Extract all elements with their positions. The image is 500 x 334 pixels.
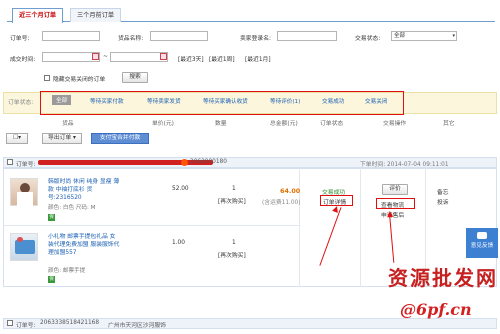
order-no-label: 订单号: bbox=[10, 36, 30, 42]
calendar-icon[interactable] bbox=[92, 53, 99, 60]
seller-label: 卖家登录名: bbox=[240, 36, 271, 42]
view-logistics-link[interactable]: 查看物流 bbox=[381, 200, 404, 209]
status-select-value: 全部 bbox=[394, 33, 406, 39]
shop-name: 广州市天河区沙河服饰 bbox=[108, 323, 166, 329]
filter-chip-await-confirm[interactable]: 等待买家确认收货 bbox=[203, 97, 248, 105]
order-no-label: 订单号: bbox=[16, 323, 36, 329]
order-no-value: 2063338518421168 bbox=[40, 320, 100, 326]
product-thumbnail[interactable] bbox=[10, 233, 38, 261]
order-no-input[interactable] bbox=[42, 31, 100, 41]
watermark-url: @6pf.cn bbox=[400, 300, 472, 319]
product-color: 颜色: 邮票手提 bbox=[48, 268, 86, 274]
tab-recent-orders[interactable]: 近三个月订单 bbox=[12, 8, 64, 23]
hide-closed-checkbox[interactable] bbox=[44, 75, 50, 81]
chevron-down-icon: ▾ bbox=[18, 135, 22, 141]
guarantee-icon: 保 bbox=[48, 214, 55, 221]
rebuy-link[interactable]: [再次购买] bbox=[218, 196, 246, 205]
memo-link[interactable]: 备忘 bbox=[437, 187, 449, 196]
calendar-icon[interactable] bbox=[160, 53, 167, 60]
product-color: 颜色: 白色 尺码: M bbox=[48, 205, 96, 211]
tab-older-orders[interactable]: 三个月前订单 bbox=[70, 8, 122, 22]
col-product: 货品 bbox=[62, 121, 74, 127]
col-price: 单价(元) bbox=[152, 121, 174, 127]
order-checkbox[interactable] bbox=[7, 159, 13, 165]
divider bbox=[299, 168, 300, 287]
order-no-value: 2062000180 bbox=[190, 159, 227, 165]
feedback-label: 意见反馈 bbox=[470, 243, 494, 249]
filter-chip-all[interactable]: 全部 bbox=[52, 95, 72, 105]
search-button[interactable]: 搜索 bbox=[122, 72, 148, 83]
order-time: 下单时间: 2014-07-04 09:11:01 bbox=[360, 162, 449, 168]
quick-link-1month[interactable]: [最近1月] bbox=[245, 54, 271, 63]
rate-button[interactable]: 评价 bbox=[382, 184, 408, 195]
chat-bubble-icon bbox=[477, 232, 487, 239]
order-no-label: 订单号: bbox=[16, 162, 36, 168]
col-other: 其它 bbox=[443, 121, 455, 127]
filter-label: 订单状态: bbox=[8, 100, 34, 106]
date-separator: ~ bbox=[103, 54, 108, 60]
col-action: 交易操作 bbox=[383, 121, 407, 127]
rebuy-link[interactable]: [再次购买] bbox=[218, 250, 246, 259]
filter-chip-await-payment[interactable]: 等待买家付款 bbox=[90, 97, 124, 105]
chevron-down-icon: ▾ bbox=[452, 33, 455, 39]
alipay-merge-pay-button[interactable]: 支付宝合并付款 bbox=[91, 133, 149, 144]
hide-closed-label: 隐藏交易关闭的订单 bbox=[53, 77, 106, 83]
item-price: 1.00 bbox=[172, 240, 185, 246]
divider bbox=[360, 168, 361, 287]
product-name-label: 货品名称: bbox=[118, 36, 144, 42]
filter-chip-await-review[interactable]: 等待评价(1) bbox=[270, 97, 300, 105]
order-checkbox[interactable] bbox=[7, 320, 13, 326]
col-total: 总金额(元) bbox=[270, 121, 298, 127]
status-select[interactable]: 全部 ▾ bbox=[391, 31, 457, 41]
product-title-link[interactable]: 韩版时尚 休闲 纯身 显瘦 薄款 中袖打底衫 货号:2316520 bbox=[48, 178, 120, 202]
col-status: 订单状态 bbox=[320, 121, 344, 127]
export-orders-button[interactable]: 导出订单 ▾ bbox=[42, 133, 82, 144]
divider bbox=[3, 225, 299, 226]
product-title-link[interactable]: 小礼物 邮票手提包礼品 女装代理免费加盟 服装服饰代理加盟557 bbox=[48, 233, 120, 257]
filter-chip-await-shipping[interactable]: 等待卖家发货 bbox=[147, 97, 181, 105]
select-all-dropdown[interactable]: ☐▾ bbox=[6, 133, 28, 144]
col-qty: 数量 bbox=[215, 121, 227, 127]
status-label: 交易状态: bbox=[355, 36, 381, 42]
filter-chip-success[interactable]: 交易成功 bbox=[322, 97, 344, 105]
ww-chat-icon[interactable] bbox=[181, 159, 188, 166]
feedback-button[interactable]: 意见反馈 bbox=[466, 228, 498, 258]
product-name-input[interactable] bbox=[150, 31, 208, 41]
complaint-link[interactable]: 投诉 bbox=[437, 197, 449, 206]
quick-link-3days[interactable]: [最近3天] bbox=[178, 54, 204, 63]
arrowhead bbox=[386, 210, 394, 218]
product-thumbnail[interactable] bbox=[10, 178, 38, 206]
item-qty: 1 bbox=[232, 240, 236, 246]
order-shipping: (含运费11.00) bbox=[262, 200, 301, 206]
item-price: 52.00 bbox=[172, 186, 189, 192]
seller-input[interactable] bbox=[277, 31, 337, 41]
watermark-logo: 资源批发网 bbox=[388, 266, 498, 290]
filter-chip-closed[interactable]: 交易关闭 bbox=[365, 97, 387, 105]
order-total: 64.00 bbox=[280, 187, 301, 195]
item-qty: 1 bbox=[232, 186, 236, 192]
quick-link-1week[interactable]: [最近1周] bbox=[209, 54, 235, 63]
date-label: 成交时间: bbox=[10, 57, 36, 63]
guarantee-icon: 保 bbox=[48, 276, 55, 283]
